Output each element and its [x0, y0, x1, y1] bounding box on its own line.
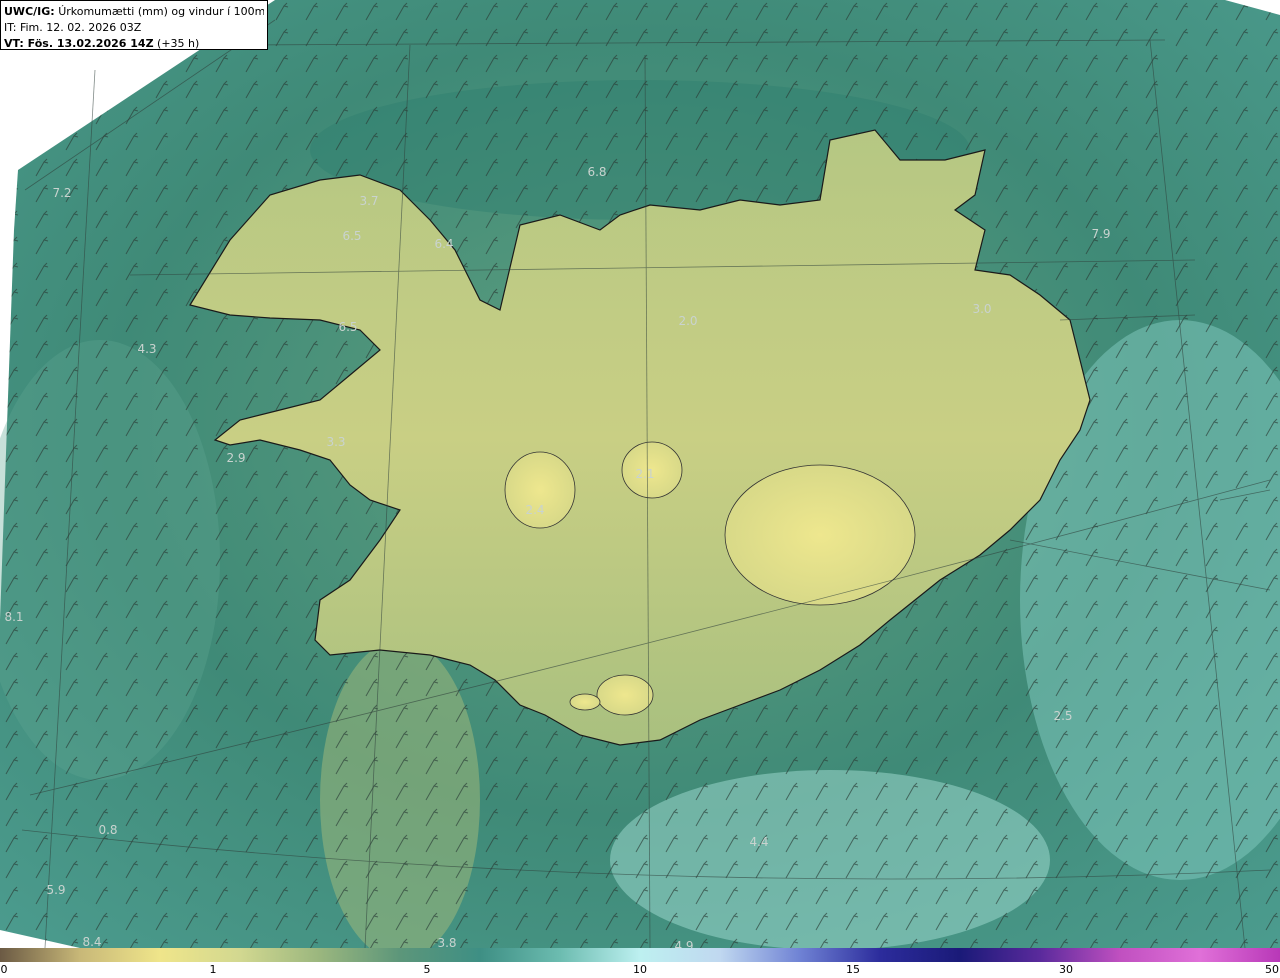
- colorbar-strip: [0, 948, 1280, 962]
- value-label: 6.5: [342, 229, 361, 243]
- value-label: 0.8: [98, 823, 117, 837]
- valid-time: Fös. 13.02.2026 14Z: [27, 37, 154, 50]
- glacier-myrdalsjokull: [596, 674, 654, 716]
- value-label: 8.1: [4, 610, 23, 624]
- colorbar-tick-label: 15: [846, 963, 860, 976]
- value-label: 2.1: [635, 467, 654, 481]
- model-name: UWC/IG:: [4, 5, 55, 18]
- colorbar-gradient: [0, 948, 1280, 962]
- value-label: 3.7: [359, 194, 378, 208]
- colorbar-tick-label: 50: [1265, 963, 1279, 976]
- value-label: 7.2: [52, 186, 71, 200]
- colorbar-tick-label: 30: [1059, 963, 1073, 976]
- glacier-vatnajokull: [724, 464, 916, 606]
- value-label: 6.8: [587, 165, 606, 179]
- weather-map: 6.8 7.2 3.7 6.5 6.4 7.9 6.5 4.3 2.0 3.0 3.3 2.9 2.1 2…: [0, 0, 1280, 978]
- value-label: 5.9: [46, 883, 65, 897]
- value-label: 2.5: [1053, 709, 1072, 723]
- value-label: 2.0: [678, 314, 697, 328]
- lead-time: (+35 h): [157, 37, 200, 50]
- value-label: 2.9: [226, 451, 245, 465]
- colorbar-tick-label: 5: [423, 963, 431, 976]
- issue-time: IT: Fim. 12. 02. 2026 03Z: [4, 21, 142, 34]
- colorbar-tick-label: 0: [0, 963, 8, 976]
- colorbar-tick-label: 10: [633, 963, 647, 976]
- value-label: 8.4: [82, 935, 101, 949]
- map-header: UWC/IG: Úrkomumætti (mm) og vindur í 100…: [0, 0, 268, 50]
- value-label: 7.9: [1091, 227, 1110, 241]
- value-label: 3.3: [326, 435, 345, 449]
- value-label: 3.0: [972, 302, 991, 316]
- value-label: 2.4: [525, 503, 544, 517]
- colorbar: 0 1 5 10 15 30 50: [0, 948, 1280, 978]
- value-label: 4.4: [749, 835, 768, 849]
- colorbar-tick-label: 1: [209, 963, 217, 976]
- value-label: 6.4: [434, 237, 453, 251]
- value-label: 6.5: [338, 320, 357, 334]
- value-label: 4.3: [137, 342, 156, 356]
- product-description: Úrkomumætti (mm) og vindur í 100m hæð: [58, 5, 264, 18]
- glacier-eyjafjallajokull: [569, 693, 601, 711]
- valid-prefix: VT:: [4, 37, 28, 50]
